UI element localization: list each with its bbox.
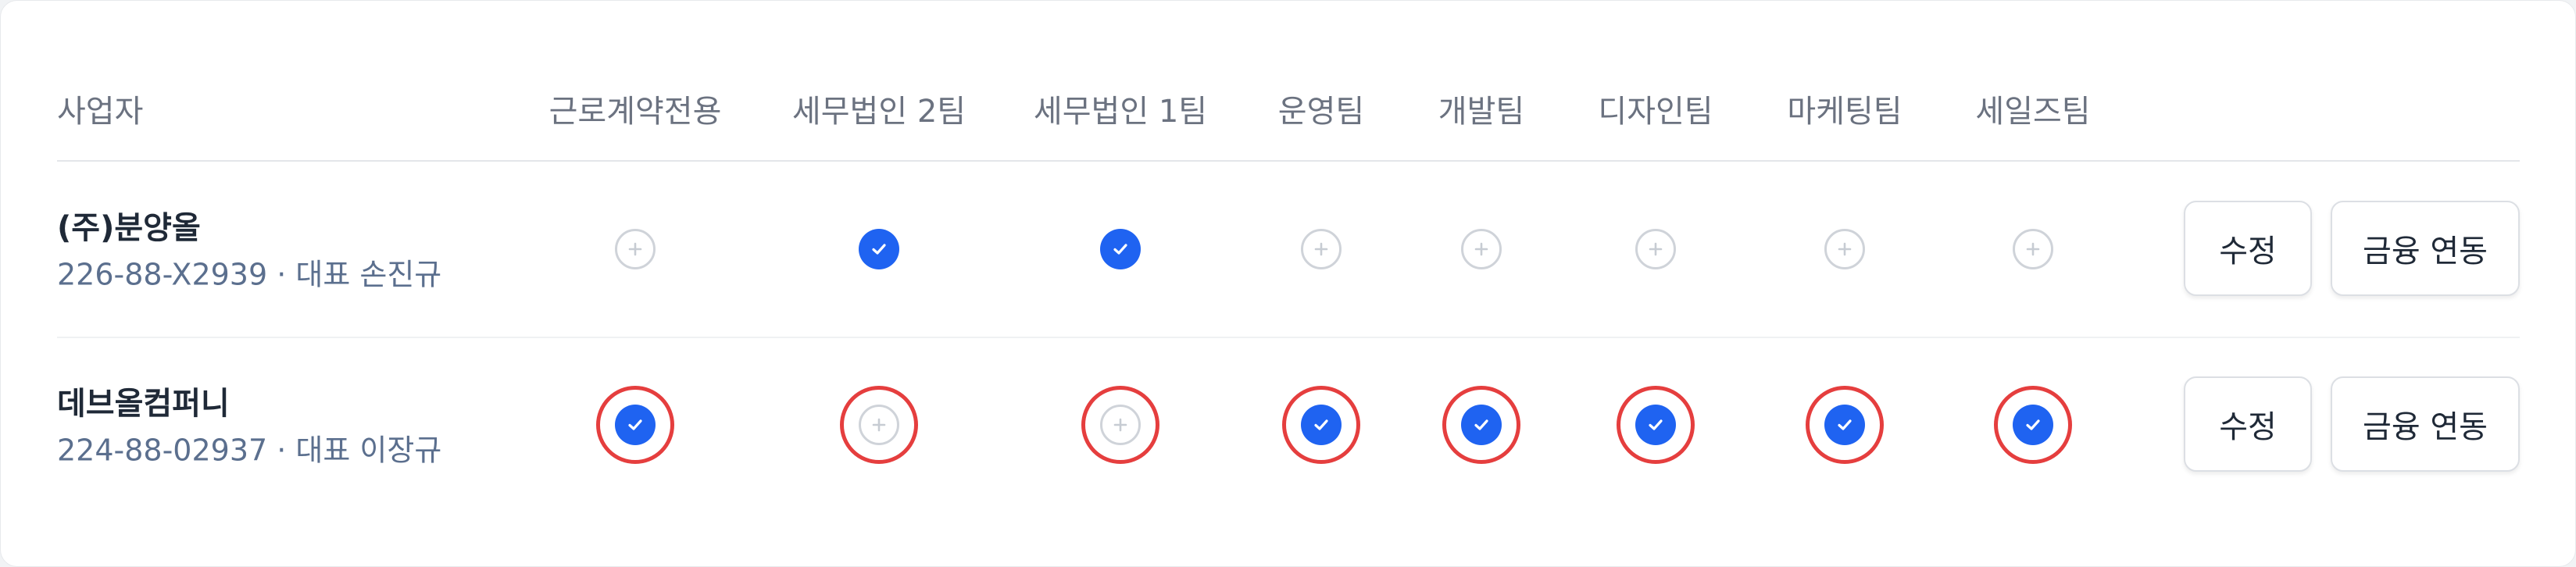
plus-icon	[1314, 242, 1328, 256]
plus-icon	[628, 242, 642, 256]
check-icon	[872, 244, 886, 255]
row-divider	[57, 337, 2520, 338]
plus-icon	[1649, 242, 1663, 256]
finance-link-button[interactable]: 금융 연동	[2331, 201, 2520, 296]
edit-button[interactable]: 수정	[2184, 376, 2312, 472]
plus-icon	[872, 418, 886, 432]
group-toggle-1[interactable]	[859, 229, 899, 269]
plus-icon	[1113, 418, 1127, 432]
header-group-2: 세무법인 1팀	[1033, 94, 1208, 130]
header-divider	[57, 160, 2520, 162]
header-group-5: 디자인팀	[1598, 94, 1713, 130]
group-toggle-2[interactable]	[1100, 229, 1141, 269]
check-icon	[1474, 419, 1488, 430]
plus-icon	[2026, 242, 2040, 256]
group-toggle-3[interactable]	[1301, 229, 1342, 269]
header-group-3: 운영팀	[1277, 94, 1365, 130]
group-toggle-5[interactable]	[1635, 405, 1676, 445]
check-icon	[1838, 419, 1852, 430]
group-toggle-5[interactable]	[1635, 229, 1676, 269]
group-toggle-0[interactable]	[615, 229, 656, 269]
check-icon	[1314, 419, 1328, 430]
group-toggle-3[interactable]	[1301, 405, 1342, 445]
group-toggle-6[interactable]	[1824, 405, 1865, 445]
header-business: 사업자	[57, 94, 144, 130]
header-group-7: 세일즈팀	[1975, 94, 2091, 130]
plus-icon	[1838, 242, 1852, 256]
group-toggle-6[interactable]	[1824, 229, 1865, 269]
check-icon	[1649, 419, 1663, 430]
header-group-0: 근로계약전용	[548, 94, 722, 130]
group-toggle-4[interactable]	[1461, 229, 1502, 269]
plus-icon	[1474, 242, 1488, 256]
group-toggle-7[interactable]	[2013, 229, 2053, 269]
header-group-6: 마케팅팀	[1787, 94, 1903, 130]
check-icon	[628, 419, 642, 430]
group-toggle-1[interactable]	[859, 405, 899, 445]
group-toggle-2[interactable]	[1100, 405, 1141, 445]
group-toggle-7[interactable]	[2013, 405, 2053, 445]
header-group-4: 개발팀	[1438, 94, 1525, 130]
group-toggle-4[interactable]	[1461, 405, 1502, 445]
header-group-1: 세무법인 2팀	[791, 94, 966, 130]
check-icon	[1113, 244, 1127, 255]
finance-link-button[interactable]: 금융 연동	[2331, 376, 2520, 472]
check-icon	[2026, 419, 2040, 430]
edit-button[interactable]: 수정	[2184, 201, 2312, 296]
business-group-table: 사업자 근로계약전용 세무법인 2팀 세무법인 1팀 운영팀 개발팀 디자인팀 …	[0, 0, 2576, 567]
group-toggle-0[interactable]	[615, 405, 656, 445]
